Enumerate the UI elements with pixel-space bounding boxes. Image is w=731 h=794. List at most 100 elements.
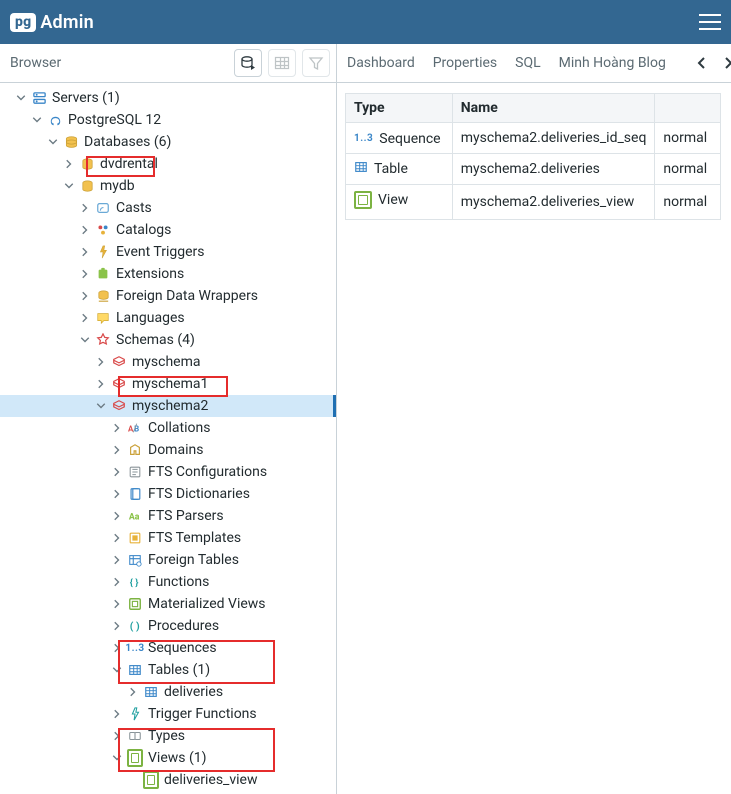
chevron-right-icon[interactable] [94,377,108,391]
chevron-down-icon[interactable] [78,333,92,347]
tree-node-domains[interactable]: Domains [0,439,336,461]
chevron-right-icon[interactable] [78,289,92,303]
chevron-down-icon[interactable] [110,751,124,765]
tree-node-fts_parsers[interactable]: Aa FTS Parsers [0,505,336,527]
chevron-right-icon[interactable] [110,729,124,743]
tree-node-myschema2[interactable]: myschema2 [0,395,336,417]
tree-node-catalogs[interactable]: Catalogs [0,219,336,241]
chevron-right-icon[interactable] [110,421,124,435]
tree-label-languages: Languages [116,310,185,326]
chevron-right-icon[interactable] [110,531,124,545]
menu-button[interactable] [699,13,721,31]
tree-label-views: Views (1) [148,750,207,766]
tree-label-myschema: myschema [132,354,200,370]
view-data-button[interactable] [268,49,296,77]
grid-header-name[interactable]: Name [452,94,655,123]
tree-node-matviews[interactable]: Materialized Views [0,593,336,615]
tab-scroll-left[interactable] [696,53,708,73]
ftsdict-icon [127,486,143,502]
chevron-right-icon[interactable] [110,509,124,523]
tree-node-sequences[interactable]: 1..3 Sequences [0,637,336,659]
chevron-down-icon[interactable] [110,663,124,677]
query-tool-button[interactable] [234,49,262,77]
tree-node-extensions[interactable]: Extensions [0,263,336,285]
grid-row[interactable]: Table myschema2.deliveries normal [346,153,721,184]
tree-node-foreign_tables[interactable]: Foreign Tables [0,549,336,571]
tree-node-languages[interactable]: Languages [0,307,336,329]
tree-node-event_triggers[interactable]: Event Triggers [0,241,336,263]
chevron-right-icon[interactable] [126,685,140,699]
chevron-right-icon[interactable] [78,223,92,237]
tree-node-types[interactable]: Types [0,725,336,747]
tree-node-casts[interactable]: Casts [0,197,336,219]
chevron-right-icon[interactable] [62,157,76,171]
tab-blog[interactable]: Minh Hoàng Blog [557,55,668,71]
tab-dashboard[interactable]: Dashboard [345,55,417,71]
grid-cell-status: normal [655,184,721,219]
tree-node-pg12[interactable]: PostgreSQL 12 [0,109,336,131]
chevron-down-icon[interactable] [14,91,28,105]
chevron-right-icon[interactable] [110,641,124,655]
tree-node-myschema1[interactable]: myschema1 [0,373,336,395]
tree-node-servers[interactable]: Servers (1) [0,87,336,109]
tree-label-functions: Functions [148,574,209,590]
tree-node-deliveries_view[interactable]: deliveries_view [0,769,336,791]
tree-node-trigger_funcs[interactable]: Trigger Functions [0,703,336,725]
proc-icon: ( ) [127,618,143,634]
chevron-down-icon[interactable] [62,179,76,193]
chevron-right-icon[interactable] [110,619,124,633]
tree-node-deliveries[interactable]: deliveries [0,681,336,703]
chevron-down-icon[interactable] [94,399,108,413]
db-icon [79,156,95,172]
grid-header-status[interactable] [655,94,721,123]
table-icon [143,684,159,700]
tree-node-functions[interactable]: { } Functions [0,571,336,593]
chevron-right-icon[interactable] [78,267,92,281]
tree-label-types: Types [148,728,185,744]
chevron-right-icon[interactable] [110,443,124,457]
tree-node-mydb[interactable]: mydb [0,175,336,197]
object-tree[interactable]: Servers (1) PostgreSQL 12 Databases (6) … [0,83,336,794]
chevron-right-icon[interactable] [110,575,124,589]
tree-node-dvdrental[interactable]: dvdrental [0,153,336,175]
chevron-right-icon[interactable] [78,245,92,259]
tree-node-procedures[interactable]: ( ) Procedures [0,615,336,637]
chevron-right-icon[interactable] [110,707,124,721]
tree-node-myschema[interactable]: myschema [0,351,336,373]
tree-label-servers: Servers (1) [52,90,120,106]
chevron-down-icon[interactable] [30,113,44,127]
cast-icon [95,200,111,216]
grid-cell-type: Table [346,153,453,184]
tab-properties[interactable]: Properties [431,55,499,71]
tree-node-fts_cfg[interactable]: FTS Configurations [0,461,336,483]
chevron-right-icon[interactable] [110,553,124,567]
grid-cell-status: normal [655,153,721,184]
tree-node-fdw[interactable]: Foreign Data Wrappers [0,285,336,307]
chevron-down-icon[interactable] [46,135,60,149]
chevron-right-icon[interactable] [110,597,124,611]
view-icon [143,772,159,788]
grid-row[interactable]: 1..3 Sequence myschema2.deliveries_id_se… [346,123,721,154]
tab-scroll-right[interactable] [722,53,731,73]
app-header: pg Admin [0,0,731,44]
tree-node-views[interactable]: Views (1) [0,747,336,769]
tree-node-collations[interactable]: AB Collations [0,417,336,439]
tree-node-fts_dict[interactable]: FTS Dictionaries [0,483,336,505]
tree-node-tables[interactable]: Tables (1) [0,659,336,681]
grid-row[interactable]: View myschema2.deliveries_view normal [346,184,721,219]
grid-cell-name: myschema2.deliveries_view [452,184,655,219]
tree-node-databases[interactable]: Databases (6) [0,131,336,153]
tree-node-schemas[interactable]: Schemas (4) [0,329,336,351]
tab-sql[interactable]: SQL [513,55,542,71]
tree-label-deliveries_view: deliveries_view [164,772,258,788]
fdw-icon [95,288,111,304]
catalog-icon [95,222,111,238]
chevron-right-icon[interactable] [110,465,124,479]
chevron-right-icon[interactable] [78,201,92,215]
filter-button[interactable] [302,49,330,77]
chevron-right-icon[interactable] [78,311,92,325]
grid-header-type[interactable]: Type [346,94,453,123]
chevron-right-icon[interactable] [94,355,108,369]
chevron-right-icon[interactable] [110,487,124,501]
tree-node-fts_templates[interactable]: FTS Templates [0,527,336,549]
